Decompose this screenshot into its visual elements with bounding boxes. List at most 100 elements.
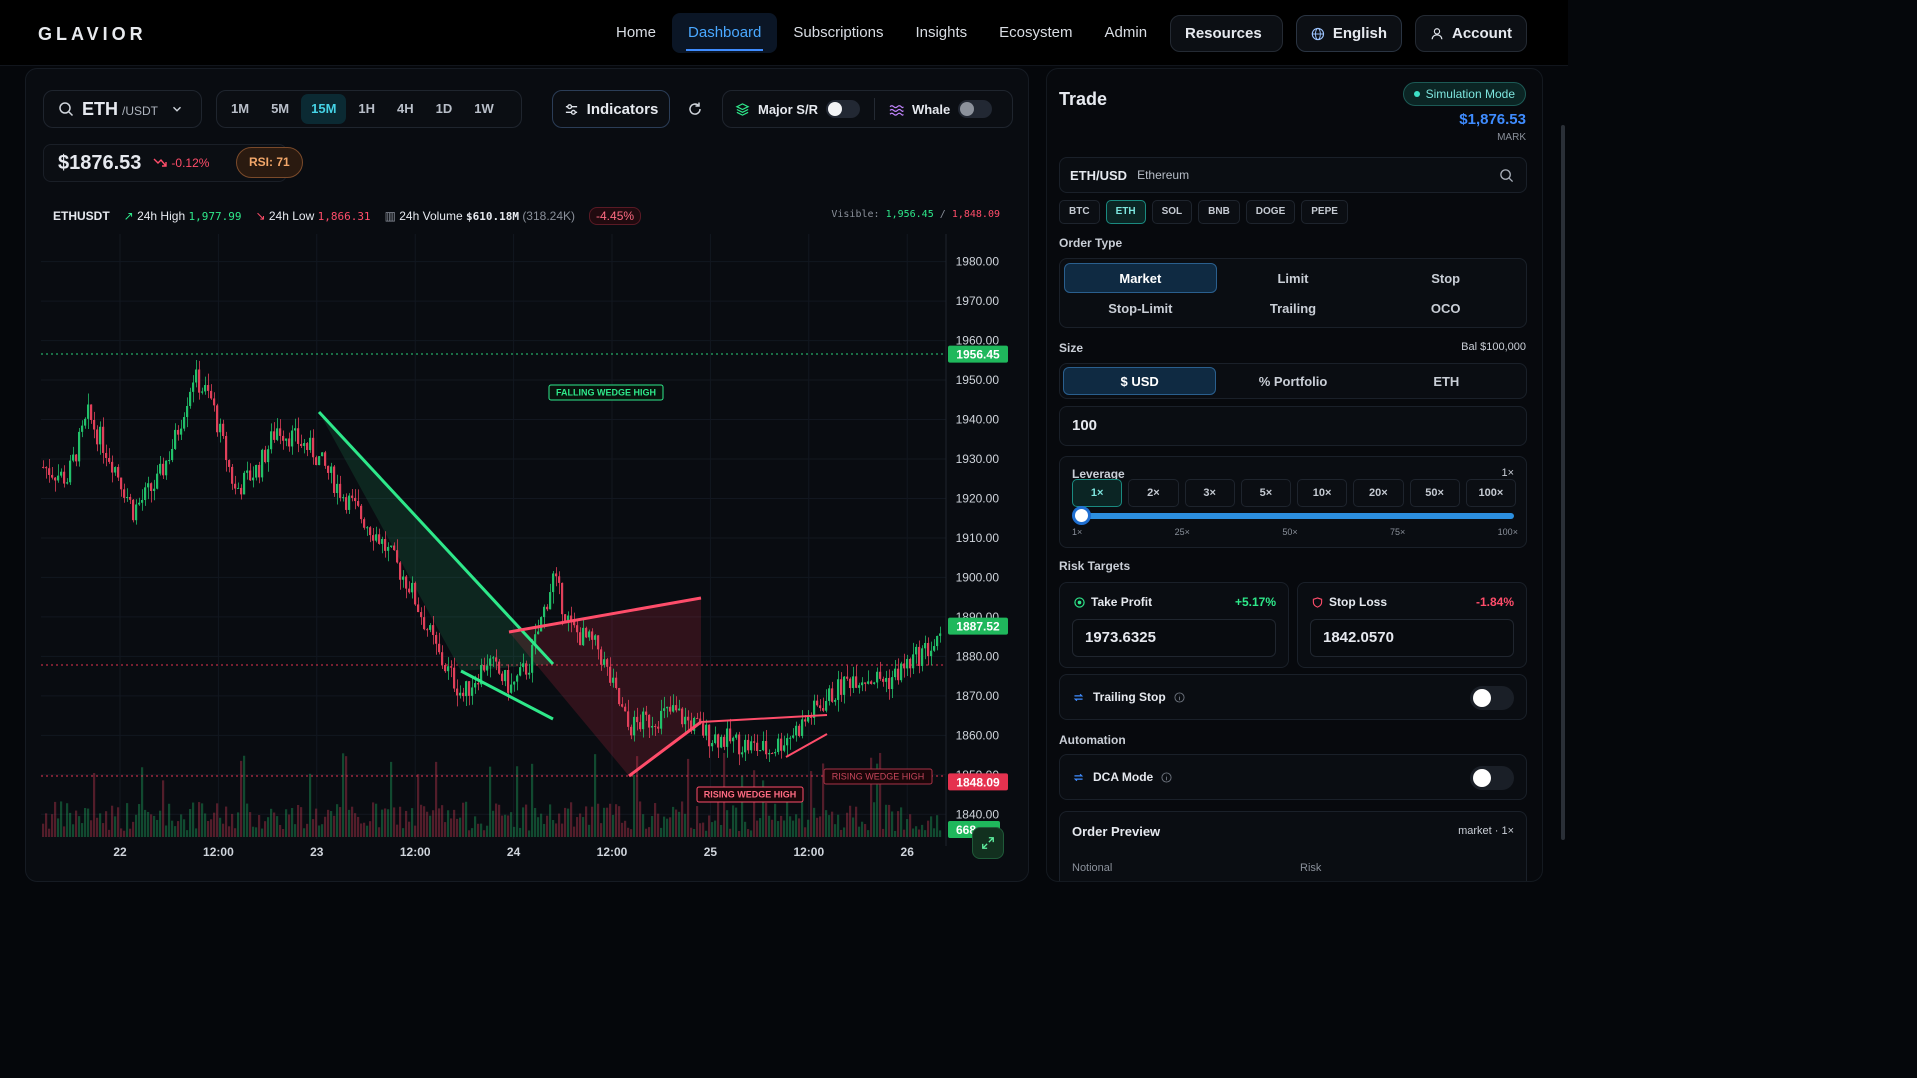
volume-bar <box>321 824 324 837</box>
timeframe-1w[interactable]: 1W <box>464 94 504 124</box>
info-icon[interactable] <box>1161 771 1172 783</box>
automation-label: Automation <box>1059 733 1126 747</box>
take-profit-input[interactable]: 1973.6325 <box>1072 619 1276 657</box>
coin-sol[interactable]: SOL <box>1151 200 1193 224</box>
candle-body <box>498 661 501 674</box>
candle-body <box>483 665 486 671</box>
candle-body <box>249 470 252 481</box>
volume-bar <box>843 827 846 837</box>
volume-bar <box>63 826 66 837</box>
coin-doge[interactable]: DOGE <box>1245 200 1296 224</box>
major-sr-toggle[interactable] <box>825 100 860 118</box>
leverage-2x[interactable]: 2× <box>1128 479 1179 507</box>
search-icon[interactable] <box>1499 168 1514 183</box>
order-type-trailing[interactable]: Trailing <box>1217 293 1370 323</box>
leverage-slider-handle[interactable] <box>1072 506 1091 525</box>
coin-eth[interactable]: ETH <box>1105 200 1146 224</box>
pair-search[interactable]: ETH/USD Ethereum <box>1059 157 1527 193</box>
leverage-1x[interactable]: 1× <box>1072 479 1123 507</box>
info-icon[interactable] <box>1174 691 1185 703</box>
candle-body <box>225 435 228 461</box>
volume-bar <box>468 830 471 837</box>
coin-btc[interactable]: BTC <box>1059 200 1100 224</box>
timeframe-1h[interactable]: 1H <box>348 94 385 124</box>
timeframe-1d[interactable]: 1D <box>426 94 463 124</box>
dca-mode-toggle[interactable] <box>1470 766 1514 790</box>
leverage-10x[interactable]: 10× <box>1297 479 1348 507</box>
overlay-toggles: Major S/R Whale <box>722 90 1013 128</box>
size-unit-eth[interactable]: ETH <box>1370 367 1523 395</box>
volume-label: 24h Volume <box>399 209 463 223</box>
leverage-50x[interactable]: 50× <box>1409 479 1460 507</box>
order-type-market[interactable]: Market <box>1064 263 1217 293</box>
size-unit-portfolio[interactable]: % Portfolio <box>1216 367 1369 395</box>
coin-bnb[interactable]: BNB <box>1198 200 1240 224</box>
page-scrollbar[interactable] <box>1561 125 1565 840</box>
volume-bar <box>51 814 54 837</box>
volume-bar <box>360 823 363 837</box>
trailing-stop-toggle[interactable] <box>1470 686 1514 710</box>
language-button[interactable]: English <box>1296 15 1402 52</box>
timeframe-5m[interactable]: 5M <box>261 94 299 124</box>
candle-body <box>459 692 462 696</box>
simulation-mode-badge[interactable]: Simulation Mode <box>1402 82 1526 106</box>
stop-loss-percent: -1.84% <box>1475 595 1514 609</box>
brand-logo[interactable]: GLAVIOR <box>38 24 147 45</box>
price-chart[interactable]: FALLING WEDGE HIGH RISING WEDGE HIGH RIS… <box>41 234 1015 868</box>
nav-home[interactable]: Home <box>600 13 672 53</box>
leverage-5x[interactable]: 5× <box>1240 479 1291 507</box>
leverage-options: 1× 2× 3× 5× 10× 20× 50× 100× <box>1072 479 1516 507</box>
candle-body <box>219 423 222 433</box>
volume-bar <box>786 801 789 837</box>
resources-dropdown[interactable]: Resources <box>1170 15 1283 52</box>
order-type-limit[interactable]: Limit <box>1217 263 1370 293</box>
volume-bar <box>177 821 180 837</box>
nav-ecosystem[interactable]: Ecosystem <box>983 13 1088 53</box>
order-type-stop[interactable]: Stop <box>1369 263 1522 293</box>
volume-bar <box>567 808 570 837</box>
candle-body <box>468 681 471 696</box>
nav-admin[interactable]: Admin <box>1089 13 1164 53</box>
repeat-icon <box>1073 773 1084 781</box>
candle-body <box>105 452 108 458</box>
symbol-selector[interactable]: ETH /USDT <box>43 90 202 128</box>
candle-body <box>420 612 423 618</box>
volume-bar <box>792 820 795 837</box>
volume-bar <box>93 772 96 837</box>
indicators-button[interactable]: Indicators <box>552 90 670 128</box>
timeframe-1m[interactable]: 1M <box>221 94 259 124</box>
volume-bar <box>921 824 924 837</box>
refresh-button[interactable] <box>680 90 710 128</box>
whale-toggle[interactable] <box>958 100 993 118</box>
candle-body <box>894 668 897 678</box>
stop-loss-input[interactable]: 1842.0570 <box>1310 619 1514 657</box>
order-type-stop-limit[interactable]: Stop-Limit <box>1064 293 1217 323</box>
y-tick-label: 1970.00 <box>956 294 1000 308</box>
amount-input[interactable]: 100 <box>1059 406 1527 446</box>
volume-bar <box>912 828 915 837</box>
order-type-group: Market Limit Stop Stop-Limit Trailing OC… <box>1059 258 1527 328</box>
account-button[interactable]: Account <box>1415 15 1527 52</box>
order-type-oco[interactable]: OCO <box>1369 293 1522 323</box>
volume-bar <box>651 816 654 837</box>
timeframe-15m[interactable]: 15M <box>301 94 347 124</box>
timeframe-4h[interactable]: 4H <box>387 94 424 124</box>
leverage-3x[interactable]: 3× <box>1184 479 1235 507</box>
nav-insights[interactable]: Insights <box>899 13 983 53</box>
volume-bar <box>270 808 273 837</box>
candle-body <box>624 706 627 712</box>
expand-chart-button[interactable] <box>972 827 1004 859</box>
size-unit-usd[interactable]: $ USD <box>1063 367 1217 395</box>
leverage-20x[interactable]: 20× <box>1353 479 1404 507</box>
leverage-slider-track[interactable] <box>1078 513 1514 519</box>
waves-icon <box>889 104 904 116</box>
coin-pepe[interactable]: PEPE <box>1301 200 1348 224</box>
price-label-value: 1887.52 <box>956 620 1000 634</box>
leverage-100x[interactable]: 100× <box>1465 479 1516 507</box>
candle-body <box>576 625 579 633</box>
volume-bar <box>474 816 477 837</box>
nav-dashboard[interactable]: Dashboard <box>672 13 778 53</box>
volume-bar <box>378 827 381 837</box>
nav-subscriptions[interactable]: Subscriptions <box>777 13 899 53</box>
candle-body <box>408 588 411 593</box>
